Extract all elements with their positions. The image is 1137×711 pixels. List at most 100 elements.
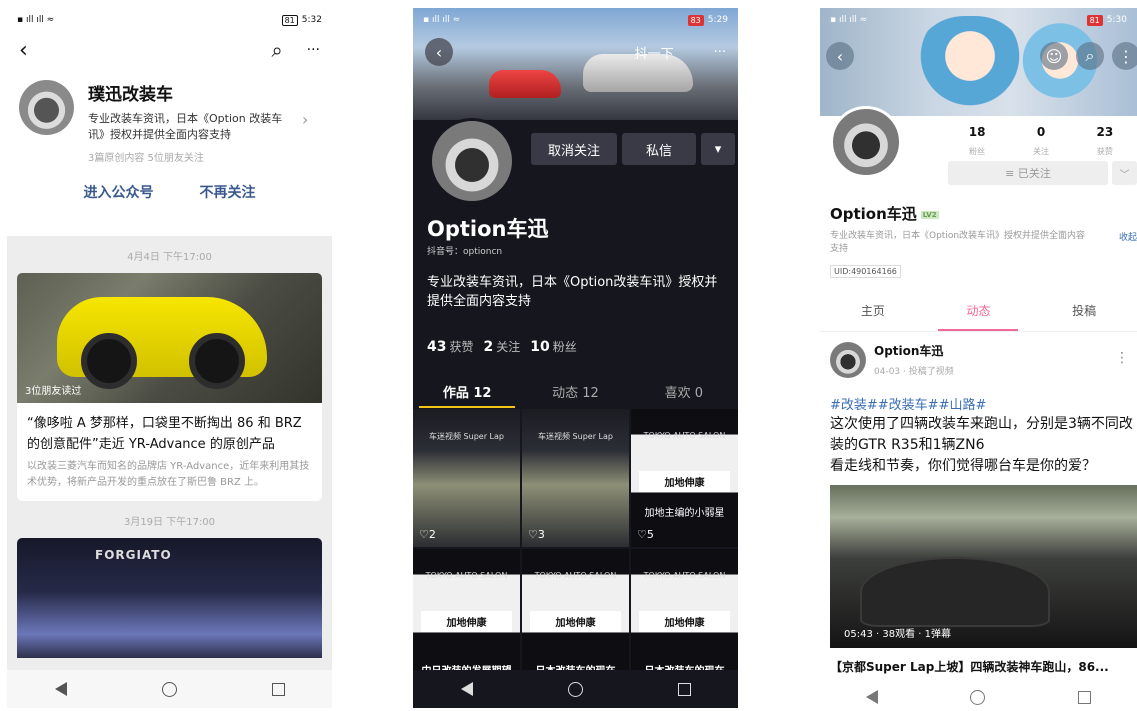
recents-nav-icon[interactable] xyxy=(271,682,285,696)
enter-account-button[interactable]: 进入公众号 xyxy=(84,182,154,202)
uid-label: UID:490164166 xyxy=(830,265,901,278)
tab-dynamics[interactable]: 动态 xyxy=(938,298,1019,331)
forgiato-logo: FORGIATO xyxy=(95,548,172,562)
douyin-id: 抖音号：optioncn xyxy=(427,247,503,257)
recents-nav-icon[interactable] xyxy=(677,682,691,696)
profile-tabs: 主页 动态 投稿 xyxy=(820,298,1137,332)
video-thumbnail[interactable]: 车迷视频 Super Lap ♡2 xyxy=(413,409,520,547)
recents-nav-icon[interactable] xyxy=(1077,690,1091,704)
stat-followers[interactable]: 10 粉丝 xyxy=(530,338,577,355)
account-name: 璞迅改装车 xyxy=(88,85,173,105)
post-date: 4月4日 下午17:00 xyxy=(127,252,212,263)
home-nav-icon[interactable] xyxy=(567,681,583,697)
article-card[interactable]: FORGIATO xyxy=(17,538,322,658)
article-summary: 以改装三菱汽车而知名的品牌店 YR-Advance，近年来利用其技术优势，将新产… xyxy=(27,461,310,488)
system-nav-bar xyxy=(820,686,1137,708)
friends-read-label: 3位朋友读过 xyxy=(25,386,82,397)
unfollow-button[interactable]: 取消关注 xyxy=(531,133,617,165)
clock: 5:32 xyxy=(301,15,322,25)
more-icon[interactable]: ⋮ xyxy=(1112,42,1137,70)
post-header[interactable]: Option车迅 04-03 · 投稿了视频 xyxy=(830,342,954,378)
share-button[interactable]: 抖一下 xyxy=(635,43,674,62)
stat-fans[interactable]: 18 粉丝 xyxy=(969,125,986,158)
signal-icon: ▪ ıll ıll ≈ xyxy=(17,15,55,25)
avatar[interactable] xyxy=(830,106,902,178)
tab-likes[interactable]: 喜欢 0 xyxy=(636,376,732,408)
collapse-link[interactable]: 收起 xyxy=(1119,230,1137,243)
message-icon[interactable]: ☺ xyxy=(1040,42,1068,70)
level-badge: LV2 xyxy=(920,210,939,219)
post-meta: 04-03 · 投稿了视频 xyxy=(874,367,954,377)
post-tags[interactable]: #改装##改装车##山路# xyxy=(830,394,986,413)
stat-likes[interactable]: 23 获赞 xyxy=(1097,125,1114,158)
message-button[interactable]: 私信 xyxy=(622,133,696,165)
signal-icon: ▪ ıll ıll ≈ xyxy=(423,15,461,25)
like-count: ♡5 xyxy=(637,528,654,541)
stat-likes[interactable]: 43 获赞 xyxy=(427,338,474,355)
tab-home[interactable]: 主页 xyxy=(833,298,913,331)
profile-name: Option车迅 xyxy=(427,217,549,241)
status-bar: ▪ ıll ıll ≈ 83 5:29 xyxy=(413,8,738,32)
profile-stats: 18 粉丝 0 关注 23 获赞 xyxy=(945,125,1137,158)
back-icon[interactable]: ‹ xyxy=(826,42,854,70)
search-icon[interactable]: ⌕ xyxy=(1076,42,1104,70)
post-date: 3月19日 下午17:00 xyxy=(123,517,216,528)
home-nav-icon[interactable] xyxy=(970,689,986,705)
stat-following[interactable]: 2 关注 xyxy=(484,338,521,355)
red-car-image xyxy=(489,70,561,98)
avatar xyxy=(830,342,866,378)
post-author: Option车迅 xyxy=(874,344,944,358)
article-title: “像哆啦 A 梦那样，口袋里不断掏出 86 和 BRZ 的创意配件”走近 YR-… xyxy=(27,416,302,452)
back-icon[interactable]: ‹ xyxy=(19,38,28,63)
profile-name: Option车迅 LV2 xyxy=(830,205,939,223)
video-thumbnail[interactable]: 车迷视频 Super Lap ♡3 xyxy=(522,409,629,547)
tab-works[interactable]: 作品 12 xyxy=(419,376,516,408)
home-nav-icon[interactable] xyxy=(161,681,177,697)
clock: 5:30 xyxy=(1106,15,1127,25)
back-nav-icon[interactable] xyxy=(460,682,473,696)
battery-icon: 81 xyxy=(1086,14,1103,26)
video-thumbnail[interactable]: TOKYO AUTO SALON 加地伸康 加地主编的小弱星 ♡5 xyxy=(631,409,738,547)
clock: 5:29 xyxy=(707,15,728,25)
unfollow-button[interactable]: 不再关注 xyxy=(200,182,256,202)
content-tabs: 作品 12 动态 12 喜欢 0 xyxy=(413,376,738,408)
article-card[interactable]: 3位朋友读过 “像哆啦 A 梦那样，口袋里不断掏出 86 和 BRZ 的创意配件… xyxy=(17,273,322,501)
account-header[interactable]: 璞迅改装车 专业改装车资讯，日本《Option 改装车讯》授权并提供全面内容支持… xyxy=(7,68,332,164)
stat-following[interactable]: 0 关注 xyxy=(1033,125,1049,158)
account-description: 专业改装车资讯，日本《Option 改装车讯》授权并提供全面内容支持 xyxy=(88,112,283,141)
video-thumbnail[interactable]: TOKYO AUTO SALON加地伸康日本改装车的现在 xyxy=(522,549,629,687)
video-thumbnail[interactable]: TOKYO AUTO SALON加地伸康中日改装的发展期望 xyxy=(413,549,520,687)
chevron-down-icon[interactable]: ﹀ xyxy=(1112,161,1137,185)
battery-icon: 83 xyxy=(687,14,704,26)
back-nav-icon[interactable] xyxy=(866,690,879,704)
tab-updates[interactable]: 动态 12 xyxy=(527,376,623,408)
video-title[interactable]: 【京都Super Lap上坡】四辆改装神车跑山，86... xyxy=(830,658,1109,675)
tab-submissions[interactable]: 投稿 xyxy=(1044,298,1124,331)
chevron-down-icon[interactable]: ▾ xyxy=(701,133,735,165)
chevron-right-icon[interactable]: › xyxy=(302,110,308,164)
followed-button[interactable]: ≡ 已关注 xyxy=(948,161,1108,185)
profile-description: 专业改装车资讯，日本《Option改装车讯》授权并提供全面内容支持 xyxy=(830,231,1086,254)
profile-actions: 取消关注 私信 ▾ xyxy=(531,133,735,165)
more-icon[interactable]: ··· xyxy=(307,42,320,58)
dashboard-image xyxy=(860,557,1050,627)
like-count: ♡3 xyxy=(528,528,545,541)
video-thumbnail[interactable]: 05:43 · 38观看 · 1弹幕 xyxy=(830,485,1137,648)
wechat-account-screen: ▪ ıll ıll ≈ 81 5:32 ‹ ⌕ ··· 璞迅改装车 专业改装车资讯，… xyxy=(7,8,332,708)
more-icon[interactable]: ⋮ xyxy=(1115,350,1129,366)
article-image: 3位朋友读过 xyxy=(17,273,322,403)
douyin-profile-screen: ▪ ıll ıll ≈ 83 5:29 ‹ 抖一下 ··· 取消关注 私信 ▾ Op… xyxy=(413,8,738,708)
more-icon[interactable]: ··· xyxy=(714,45,726,60)
video-thumbnail[interactable]: TOKYO AUTO SALON加地伸康日本改装车的现在 xyxy=(631,549,738,687)
bilibili-profile-screen: ▪ ıll ıll ≈ 81 5:30 ‹ ☺ ⌕ ⋮ 18 粉丝 0 关注 23 获赞… xyxy=(820,8,1137,708)
avatar[interactable] xyxy=(429,118,515,204)
profile-description: 专业改装车资讯，日本《Option改装车讯》授权并提供全面内容支持 xyxy=(427,275,718,309)
top-left-actions: ‹ xyxy=(826,42,854,70)
back-icon[interactable]: ‹ xyxy=(425,38,453,66)
avatar xyxy=(19,80,74,135)
battery-icon: 81 xyxy=(281,14,298,26)
status-bar: ▪ ıll ıll ≈ 81 5:30 xyxy=(820,8,1137,32)
like-count: ♡2 xyxy=(419,528,436,541)
back-nav-icon[interactable] xyxy=(54,682,67,696)
search-icon[interactable]: ⌕ xyxy=(271,38,282,62)
